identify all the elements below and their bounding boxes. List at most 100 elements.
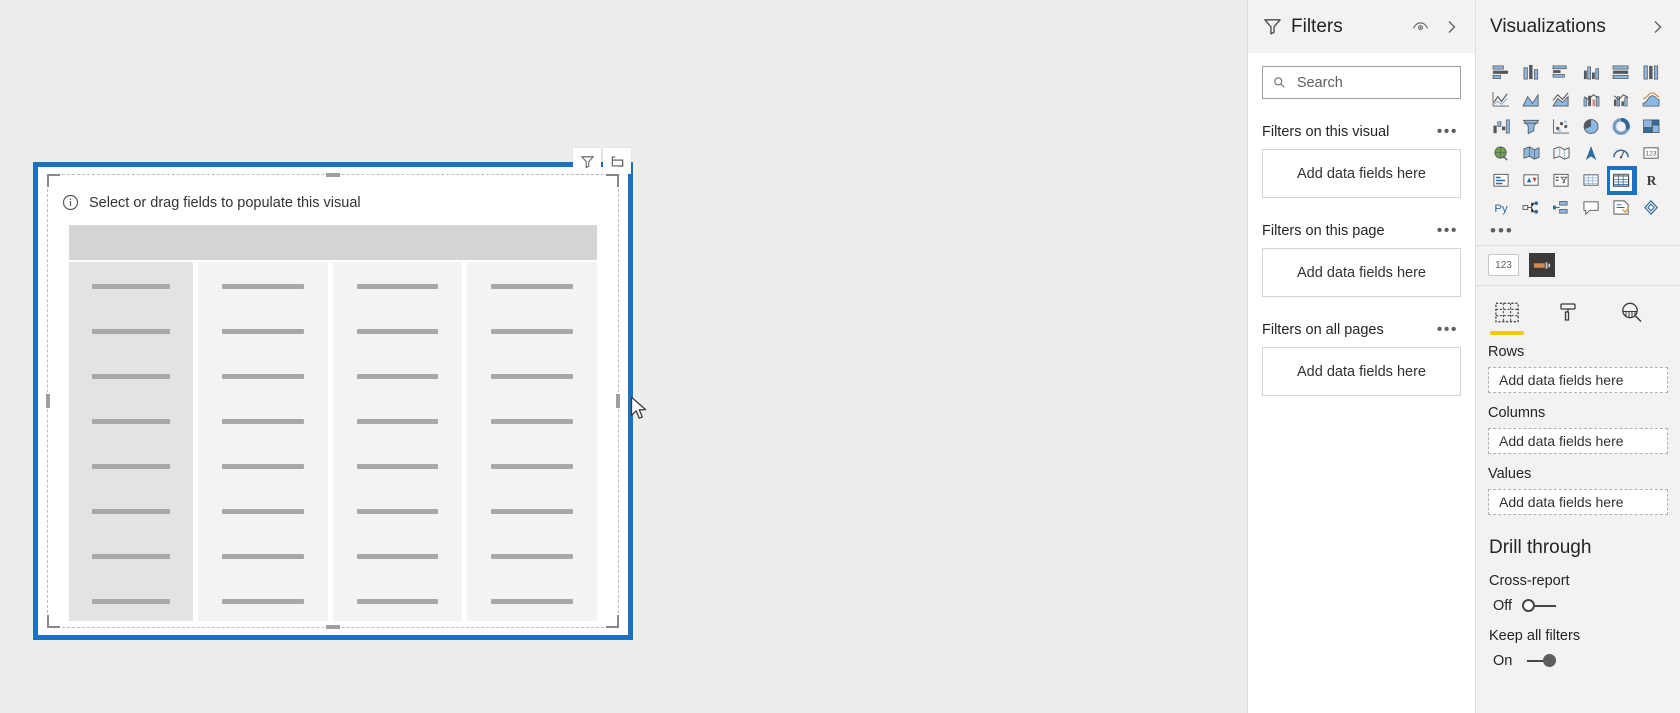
cross-report-label: Cross-report — [1489, 573, 1570, 589]
ribbon-chart-icon[interactable] — [1636, 86, 1666, 113]
visual-format-chips: 123 — [1476, 246, 1680, 285]
funnel-chart-icon[interactable] — [1516, 113, 1546, 140]
100-percent-stacked-column-chart-icon[interactable] — [1636, 59, 1666, 86]
section-menu-button[interactable]: ••• — [1434, 322, 1461, 338]
svg-text:Py: Py — [1494, 203, 1508, 215]
focus-mode-icon[interactable] — [603, 148, 631, 174]
skeleton-column — [198, 262, 328, 621]
visualization-type-gallery[interactable]: 123 R Py — [1476, 53, 1680, 221]
filters-on-this-page-section: Filters on this page ••• Add data fields… — [1262, 223, 1461, 297]
tab-format[interactable] — [1538, 292, 1600, 332]
multi-row-card-icon[interactable] — [1486, 167, 1516, 194]
filter-drop-zone[interactable]: Add data fields here — [1262, 149, 1461, 198]
tab-fields[interactable] — [1476, 292, 1538, 335]
area-chart-icon[interactable] — [1516, 86, 1546, 113]
line-and-clustered-column-chart-icon[interactable] — [1606, 86, 1636, 113]
cross-report-toggle[interactable] — [1522, 599, 1557, 613]
section-menu-button[interactable]: ••• — [1434, 124, 1461, 140]
well-label-values: Values — [1488, 466, 1532, 482]
visual-pane-tabs — [1476, 285, 1680, 335]
arcgis-map-icon[interactable] — [1576, 140, 1606, 167]
visual-body: Select or drag fields to populate this v… — [38, 167, 628, 635]
waterfall-chart-icon[interactable] — [1486, 113, 1516, 140]
filter-funnel-icon — [1264, 19, 1281, 35]
section-menu-button[interactable]: ••• — [1434, 223, 1461, 239]
visual-hint: Select or drag fields to populate this v… — [62, 194, 361, 211]
matrix-visual-placeholder[interactable]: Select or drag fields to populate this v… — [33, 148, 633, 640]
clustered-column-chart-icon[interactable] — [1576, 59, 1606, 86]
more-visuals-button[interactable]: ••• — [1476, 221, 1680, 239]
key-influencers-icon[interactable] — [1546, 194, 1576, 221]
well-drop-rows[interactable]: Add data fields here — [1488, 367, 1668, 393]
image-fill-icon[interactable] — [1529, 253, 1555, 277]
filters-on-all-pages-section: Filters on all pages ••• Add data fields… — [1262, 322, 1461, 396]
search-icon — [1274, 77, 1285, 88]
smart-narrative-icon[interactable] — [1576, 194, 1606, 221]
123-card-icon[interactable]: 123 — [1488, 254, 1519, 276]
filter-drop-zone[interactable]: Add data fields here — [1262, 347, 1461, 396]
line-and-stacked-column-chart-icon[interactable] — [1576, 86, 1606, 113]
visual-hint-text: Select or drag fields to populate this v… — [89, 194, 361, 211]
filled-map-icon[interactable] — [1516, 140, 1546, 167]
fields-grid-icon — [1495, 302, 1519, 322]
visualizations-pane-header: Visualizations — [1476, 0, 1680, 53]
kpi-icon[interactable] — [1516, 167, 1546, 194]
chevron-right-icon[interactable] — [1440, 16, 1462, 38]
map-icon[interactable] — [1486, 140, 1516, 167]
well-label-rows: Rows — [1488, 344, 1525, 360]
eye-hide-icon[interactable] — [1409, 16, 1431, 38]
100-percent-stacked-bar-chart-icon[interactable] — [1606, 59, 1636, 86]
drill-through-title: Drill through — [1489, 537, 1592, 558]
filter-drop-zone[interactable]: Add data fields here — [1262, 248, 1461, 297]
get-more-visuals-icon[interactable] — [1636, 194, 1666, 221]
skeleton-column — [467, 262, 598, 621]
python-visual-icon[interactable]: Py — [1486, 194, 1516, 221]
report-canvas[interactable]: Select or drag fields to populate this v… — [0, 0, 1247, 713]
decomposition-tree-icon[interactable] — [1516, 194, 1546, 221]
keep-all-filters-state: On — [1493, 653, 1513, 669]
svg-text:R: R — [1646, 173, 1656, 188]
card-icon[interactable]: 123 — [1636, 140, 1666, 167]
table-icon[interactable] — [1576, 167, 1606, 194]
section-title: Filters on this page — [1262, 223, 1385, 239]
visualizations-title: Visualizations — [1490, 15, 1606, 37]
scatter-chart-icon[interactable] — [1546, 113, 1576, 140]
keep-all-filters-toggle[interactable] — [1522, 654, 1557, 668]
skeleton-column — [69, 262, 193, 621]
slicer-icon[interactable] — [1546, 167, 1576, 194]
chevron-right-icon[interactable] — [1646, 16, 1668, 38]
r-script-visual-icon[interactable]: R — [1636, 167, 1666, 194]
stacked-area-chart-icon[interactable] — [1546, 86, 1576, 113]
table-skeleton — [69, 225, 598, 621]
filters-pane-body: Filters on this visual ••• Add data fiel… — [1248, 53, 1475, 713]
visual-header-icons — [573, 148, 631, 174]
pie-chart-icon[interactable] — [1576, 113, 1606, 140]
line-chart-icon[interactable] — [1486, 86, 1516, 113]
tab-analytics[interactable] — [1600, 292, 1662, 332]
gauge-icon[interactable] — [1606, 140, 1636, 167]
cross-report-toggle-row: Off — [1476, 589, 1680, 614]
filters-pane-header: Filters — [1248, 0, 1475, 53]
filter-icon[interactable] — [573, 148, 601, 174]
stacked-bar-chart-icon[interactable] — [1486, 59, 1516, 86]
clustered-bar-chart-icon[interactable] — [1546, 59, 1576, 86]
filters-on-this-visual-section: Filters on this visual ••• Add data fiel… — [1262, 124, 1461, 198]
shape-map-icon[interactable] — [1546, 140, 1576, 167]
well-drop-columns[interactable]: Add data fields here — [1488, 428, 1668, 454]
well-label-columns: Columns — [1488, 405, 1546, 421]
matrix-visual-icon[interactable] — [1606, 166, 1637, 195]
filters-search-box[interactable] — [1262, 66, 1461, 99]
power-bi-report-editor: Select or drag fields to populate this v… — [0, 0, 1680, 713]
cross-report-state: Off — [1493, 598, 1513, 614]
paginated-report-icon[interactable] — [1606, 194, 1636, 221]
donut-chart-icon[interactable] — [1606, 113, 1636, 140]
well-drop-values[interactable]: Add data fields here — [1488, 489, 1668, 515]
treemap-icon[interactable] — [1636, 113, 1666, 140]
info-circle-icon — [62, 194, 79, 211]
stacked-column-chart-icon[interactable] — [1516, 59, 1546, 86]
filters-pane: Filters Fil — [1247, 0, 1475, 713]
skeleton-column — [332, 262, 463, 621]
skeleton-columns — [69, 262, 598, 621]
search-input[interactable] — [1294, 73, 1450, 92]
section-title: Filters on all pages — [1262, 322, 1384, 338]
